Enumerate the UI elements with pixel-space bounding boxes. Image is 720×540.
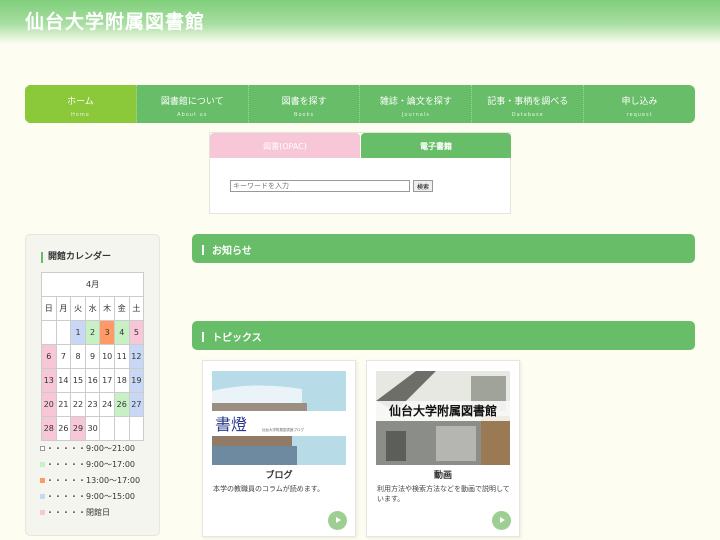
legend-swatch — [40, 446, 45, 451]
calendar-day: 5 — [128, 320, 145, 345]
calendar-day: 20 — [41, 392, 57, 417]
video-image-text: 仙台大学附属図書館 — [389, 403, 497, 418]
nav-sub: Books — [294, 112, 315, 118]
search-panel: 図書(OPAC) 電子書籍 検索 — [209, 132, 511, 214]
nav-item-books[interactable]: 図書を探す Books — [249, 85, 361, 123]
nav-sub: About us — [177, 112, 208, 118]
weekday: 土 — [128, 296, 145, 321]
calendar-day: 28 — [41, 416, 57, 441]
tab-ebook[interactable]: 電子書籍 — [361, 133, 511, 158]
calendar-day: 27 — [128, 392, 145, 417]
card-blog[interactable]: 書燈 仙台大学附属図書館ブログ ブログ 本学の教職員のコラムが読めます。 — [202, 360, 356, 537]
calendar-day: 8 — [70, 344, 86, 369]
calendar-title: 開館カレンダー — [41, 252, 111, 263]
calendar-day: 12 — [128, 344, 145, 369]
blog-logo-text: 書燈 — [215, 415, 247, 434]
calendar-day — [113, 416, 130, 441]
nav-item-home[interactable]: ホーム Home — [25, 85, 137, 123]
legend-item: ・・・・・13:00〜17:00 — [40, 475, 140, 486]
legend-swatch — [40, 462, 45, 467]
calendar-month: 4月 — [40, 272, 145, 297]
legend-item: ・・・・・9:00〜15:00 — [40, 491, 135, 502]
calendar-day: 14 — [55, 368, 72, 393]
weekday: 月 — [55, 296, 72, 321]
calendar-day: 17 — [99, 368, 115, 393]
legend-swatch — [40, 478, 45, 483]
card-title: ブログ — [265, 471, 293, 481]
card-text: 利用方法や検索方法などを動画で説明しています。 — [377, 485, 510, 503]
weekday: 水 — [84, 296, 101, 321]
blog-image: 書燈 仙台大学附属図書館ブログ — [212, 371, 346, 465]
calendar-day: 18 — [113, 368, 130, 393]
nav-label: 記事・事柄を調べる — [487, 97, 569, 107]
calendar-day: 24 — [99, 392, 115, 417]
legend-item: ・・・・・9:00〜17:00 — [40, 459, 135, 470]
calendar-day: 10 — [99, 344, 115, 369]
calendar-day: 19 — [128, 368, 145, 393]
weekday: 木 — [99, 296, 115, 321]
nav-item-journals[interactable]: 雑誌・論文を探す Journals — [360, 85, 473, 123]
calendar-day: 7 — [55, 344, 72, 369]
calendar-day: 21 — [55, 392, 72, 417]
calendar-day: 3 — [99, 320, 115, 345]
legend-item: ・・・・・9:00〜21:00 — [40, 443, 135, 454]
weekday: 金 — [113, 296, 130, 321]
sidebar-calendar: 開館カレンダー 4月 日 月 火 水 木 金 土 1 2 3 4 5 6 7 8… — [25, 234, 160, 536]
calendar-day: 9 — [84, 344, 101, 369]
play-icon[interactable] — [492, 511, 511, 530]
calendar-day: 26 — [55, 416, 72, 441]
calendar-day: 30 — [84, 416, 101, 441]
calendar-day: 26 — [113, 392, 130, 417]
nav-label: 図書を探す — [281, 97, 327, 107]
calendar-day: 22 — [70, 392, 86, 417]
calendar-day: 11 — [113, 344, 130, 369]
header-banner: 仙台大学附属図書館 — [0, 0, 720, 44]
card-video[interactable]: 仙台大学附属図書館 動画 利用方法や検索方法などを動画で説明しています。 — [366, 360, 520, 537]
site-title[interactable]: 仙台大学附属図書館 — [25, 7, 205, 34]
calendar-table: 4月 日 月 火 水 木 金 土 1 2 3 4 5 6 7 8 9 10 11… — [40, 272, 145, 441]
calendar-day — [41, 320, 57, 345]
calendar-day: 23 — [84, 392, 101, 417]
video-image: 仙台大学附属図書館 — [376, 371, 510, 465]
nav-label: 申し込み — [621, 97, 658, 107]
calendar-day: 16 — [84, 368, 101, 393]
nav-label: ホーム — [67, 97, 94, 107]
tab-opac[interactable]: 図書(OPAC) — [210, 133, 360, 158]
calendar-day: 4 — [113, 320, 130, 345]
topics-heading: トピックス — [192, 321, 695, 350]
main-nav: ホーム Home 図書館について About us 図書を探す Books 雑誌… — [25, 85, 695, 123]
weekday: 火 — [70, 296, 86, 321]
calendar-day — [99, 416, 115, 441]
calendar-day: 13 — [41, 368, 57, 393]
nav-label: 雑誌・論文を探す — [379, 97, 452, 107]
card-text: 本学の教職員のコラムが読めます。 — [213, 485, 325, 493]
calendar-day: 15 — [70, 368, 86, 393]
nav-sub: Home — [71, 112, 90, 118]
legend-swatch — [40, 494, 45, 499]
nav-item-database[interactable]: 記事・事柄を調べる Database — [472, 85, 585, 123]
legend-swatch — [40, 510, 45, 515]
blog-logo-sub: 仙台大学附属図書館ブログ — [262, 427, 304, 432]
calendar-day: 29 — [70, 416, 86, 441]
legend-item: ・・・・・閉館日 — [40, 507, 110, 518]
calendar-day — [55, 320, 72, 345]
play-icon[interactable] — [328, 511, 347, 530]
nav-label: 図書館について — [160, 97, 224, 107]
search-input[interactable] — [230, 180, 410, 192]
nav-sub: Database — [511, 112, 544, 118]
calendar-day: 1 — [70, 320, 86, 345]
nav-sub: request — [626, 112, 653, 118]
news-heading: お知らせ — [192, 234, 695, 263]
calendar-day: 6 — [41, 344, 57, 369]
card-title: 動画 — [433, 471, 452, 481]
calendar-day — [128, 416, 145, 441]
nav-item-about[interactable]: 図書館について About us — [137, 85, 249, 123]
nav-item-request[interactable]: 申し込み request — [584, 85, 695, 123]
weekday: 日 — [41, 296, 57, 321]
nav-sub: Journals — [401, 112, 430, 118]
calendar-day: 2 — [84, 320, 101, 345]
search-button[interactable]: 検索 — [413, 180, 433, 192]
